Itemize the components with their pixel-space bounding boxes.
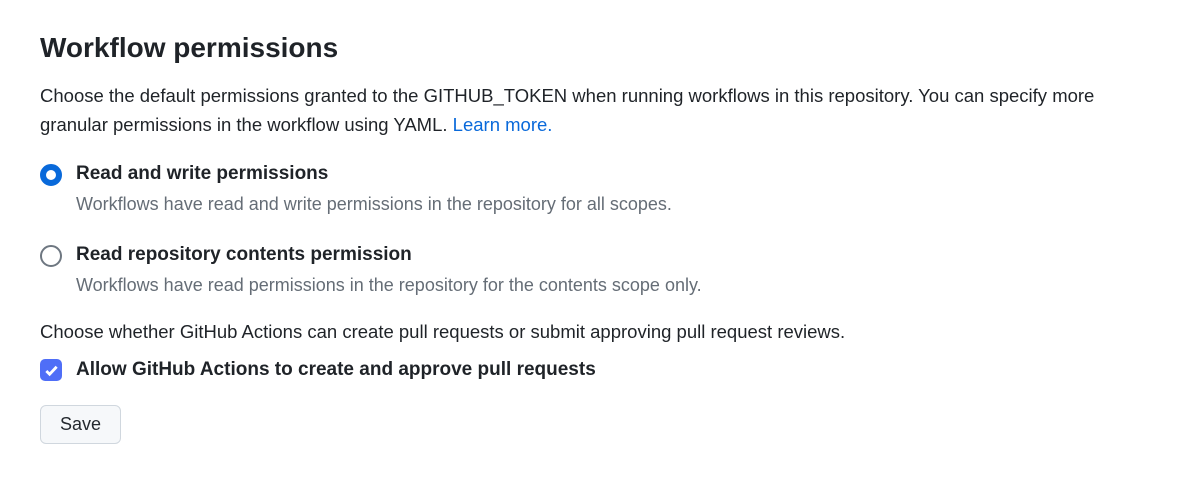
radio-option-read-only[interactable]: Read repository contents permission Work… <box>40 244 1160 299</box>
learn-more-link[interactable]: Learn more. <box>453 114 553 135</box>
permissions-radio-group: Read and write permissions Workflows hav… <box>40 163 1160 299</box>
allow-pr-checkbox[interactable] <box>40 359 62 381</box>
description-text: Choose the default permissions granted t… <box>40 85 1094 135</box>
pr-description: Choose whether GitHub Actions can create… <box>40 321 1160 343</box>
radio-title-read-only: Read repository contents permission <box>76 244 1160 266</box>
allow-pr-checkbox-row[interactable]: Allow GitHub Actions to create and appro… <box>40 359 1160 381</box>
radio-desc-read-only: Workflows have read permissions in the r… <box>76 272 1160 299</box>
radio-input-read-write[interactable] <box>40 164 62 186</box>
radio-content: Read repository contents permission Work… <box>76 244 1160 299</box>
radio-desc-read-write: Workflows have read and write permission… <box>76 191 1160 218</box>
radio-content: Read and write permissions Workflows hav… <box>76 163 1160 218</box>
section-heading: Workflow permissions <box>40 32 1160 64</box>
radio-input-read-only[interactable] <box>40 245 62 267</box>
section-description: Choose the default permissions granted t… <box>40 82 1160 139</box>
check-icon <box>44 363 59 378</box>
save-button[interactable]: Save <box>40 405 121 444</box>
radio-title-read-write: Read and write permissions <box>76 163 1160 185</box>
radio-option-read-write[interactable]: Read and write permissions Workflows hav… <box>40 163 1160 218</box>
allow-pr-label: Allow GitHub Actions to create and appro… <box>76 359 596 381</box>
